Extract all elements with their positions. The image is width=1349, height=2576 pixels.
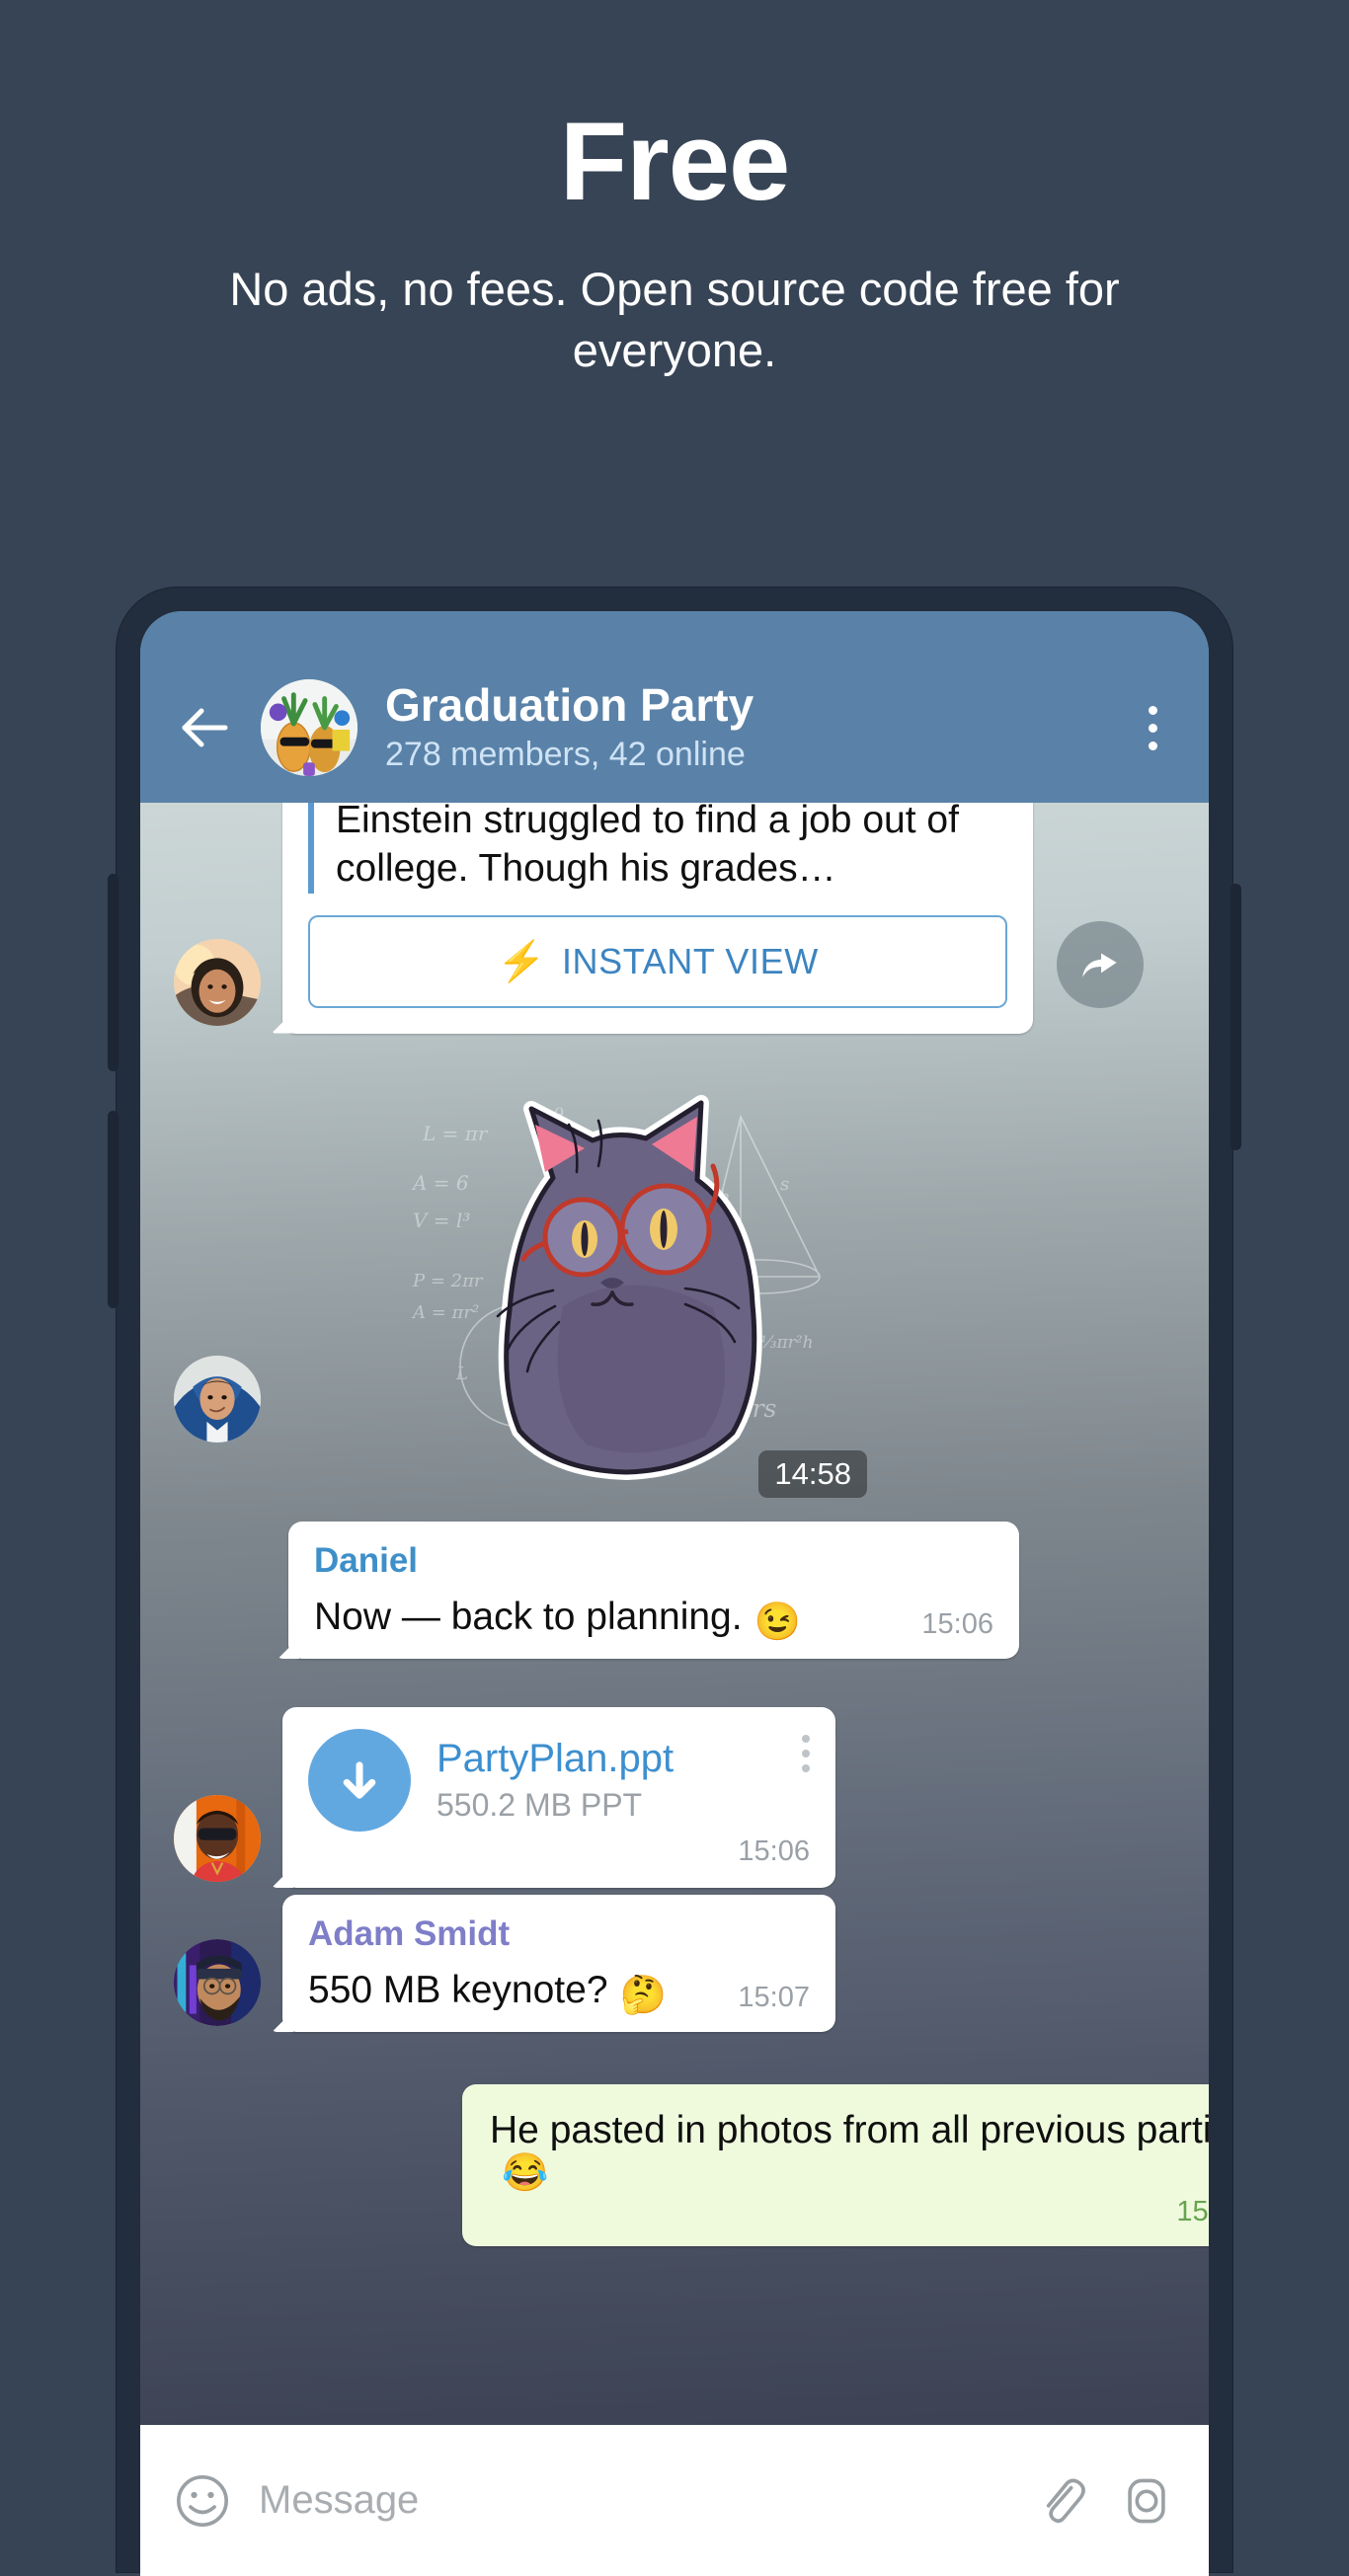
message-sticker bbox=[174, 1356, 261, 1443]
arrow-left-icon[interactable] bbox=[174, 698, 233, 757]
file-name[interactable]: PartyPlan.ppt bbox=[436, 1737, 802, 1780]
kebab-menu-icon[interactable] bbox=[802, 1735, 810, 1772]
avatar[interactable] bbox=[174, 1795, 261, 1882]
svg-text:A = 6: A = 6 bbox=[411, 1171, 469, 1195]
instant-view-label: INSTANT VIEW bbox=[561, 940, 819, 981]
svg-text:L = πr: L = πr bbox=[422, 1122, 489, 1145]
svg-text:V = l³: V = l³ bbox=[413, 1209, 470, 1232]
kebab-menu-icon[interactable] bbox=[1130, 705, 1175, 750]
smiley-face-icon[interactable] bbox=[174, 2472, 231, 2530]
chat-subtitle: 278 members, 42 online bbox=[385, 737, 746, 774]
paperclip-icon[interactable] bbox=[1033, 2472, 1090, 2530]
file-meta: 550.2 MB PPT bbox=[436, 1787, 643, 1824]
download-arrow-glyph bbox=[343, 1761, 376, 1799]
camera-icon[interactable] bbox=[1118, 2472, 1175, 2530]
message-list[interactable]: Einstein struggled to find a job out of … bbox=[140, 803, 1209, 2427]
message-timestamp: 15:07 bbox=[738, 1982, 810, 2014]
svg-text:P = 2πr: P = 2πr bbox=[412, 1271, 484, 1291]
message-text-daniel: Daniel Now — back to planning. 😉 15:06 bbox=[288, 1522, 1019, 1660]
message-sender: Adam Smidt bbox=[308, 1914, 511, 1953]
message-sender: Daniel bbox=[314, 1541, 419, 1580]
message-text: 550 MB keynote? bbox=[308, 1969, 608, 2012]
avatar-man-sunglasses-art bbox=[174, 1795, 261, 1882]
phone-screen: Graduation Party 278 members, 42 online bbox=[140, 611, 1209, 2576]
message-timestamp: 15:06 bbox=[738, 1835, 810, 1867]
volume-down-button[interactable] bbox=[108, 1111, 119, 1308]
link-preview-text: Einstein struggled to find a job out of … bbox=[308, 803, 1007, 894]
message-timestamp: 14:58 bbox=[758, 1450, 867, 1498]
svg-text:⅓πr²h: ⅓πr²h bbox=[760, 1333, 814, 1353]
thinking-emoji: 🤔 bbox=[619, 1975, 667, 2017]
forward-arrow-glyph bbox=[1082, 953, 1117, 976]
message-text: Now — back to planning. bbox=[314, 1596, 743, 1639]
avatar-smiling-woman-art bbox=[174, 938, 261, 1026]
message-bubble[interactable]: Adam Smidt 550 MB keynote? 🤔 15:07 bbox=[282, 1895, 835, 2033]
message-timestamp: 15:06 bbox=[921, 1608, 993, 1641]
chat-header-text: Graduation Party 278 members, 42 online bbox=[385, 681, 1130, 773]
forward-arrow-icon[interactable] bbox=[1057, 920, 1144, 1008]
message-input-bar[interactable]: Message bbox=[140, 2425, 1209, 2576]
avatar[interactable] bbox=[174, 1939, 261, 2027]
message-text-adam: Adam Smidt 550 MB keynote? 🤔 15:07 bbox=[174, 1895, 835, 2033]
svg-text:s: s bbox=[780, 1174, 789, 1195]
svg-text:L: L bbox=[455, 1364, 468, 1384]
chat-title: Graduation Party bbox=[385, 681, 754, 732]
message-bubble[interactable]: Daniel Now — back to planning. 😉 15:06 bbox=[288, 1522, 1019, 1660]
svg-text:A = πr²: A = πr² bbox=[411, 1302, 479, 1323]
file-message-bubble[interactable]: PartyPlan.ppt 550.2 MB PPT 15:06 bbox=[282, 1707, 835, 1888]
instant-view-button[interactable]: ⚡ INSTANT VIEW bbox=[308, 914, 1007, 1008]
message-link-preview: Einstein struggled to find a job out of … bbox=[174, 803, 1175, 1034]
message-bubble[interactable]: He pasted in photos from all previous pa… bbox=[462, 2084, 1209, 2247]
volume-up-button[interactable] bbox=[108, 874, 119, 1071]
wink-emoji: 😉 bbox=[754, 1601, 801, 1644]
lightning-bolt-icon: ⚡ bbox=[497, 939, 546, 983]
download-arrow-icon[interactable] bbox=[308, 1729, 411, 1832]
joy-emoji: 😂 bbox=[502, 2152, 549, 2195]
avatar[interactable] bbox=[174, 1356, 261, 1443]
promo-header: Free No ads, no fees. Open source code f… bbox=[0, 0, 1349, 381]
avatar[interactable] bbox=[174, 938, 261, 1026]
group-avatar-art bbox=[261, 679, 357, 776]
phone-mockup: Graduation Party 278 members, 42 online bbox=[108, 587, 1241, 2576]
promo-subtitle: No ads, no fees. Open source code free f… bbox=[229, 263, 1120, 377]
status-bar bbox=[140, 611, 1209, 653]
avatar[interactable] bbox=[261, 679, 357, 776]
search-input[interactable]: Message bbox=[259, 2478, 1005, 2523]
message-timestamp: 15:08 bbox=[1176, 2196, 1209, 2228]
link-preview-bubble[interactable]: Einstein struggled to find a job out of … bbox=[282, 803, 1033, 1034]
message-text: He pasted in photos from all previous pa… bbox=[490, 2109, 1209, 2151]
chat-header: Graduation Party 278 members, 42 online bbox=[140, 653, 1209, 803]
avatar-hoodie-person-art bbox=[174, 1356, 261, 1443]
avatar-man-beanie-art bbox=[174, 1939, 261, 2027]
message-text-outgoing: He pasted in photos from all previous pa… bbox=[462, 2084, 1209, 2247]
message-file: PartyPlan.ppt 550.2 MB PPT 15:06 bbox=[174, 1707, 835, 1888]
cat-with-glasses-math-sticker: L = πr A = 6 V = l³ P = 2πr A = πr² θ θ … bbox=[411, 1095, 822, 1480]
sticker-message[interactable]: L = πr A = 6 V = l³ P = 2πr A = πr² θ θ … bbox=[405, 1069, 869, 1504]
page-title: Free bbox=[559, 100, 791, 223]
power-button[interactable] bbox=[1230, 884, 1241, 1150]
